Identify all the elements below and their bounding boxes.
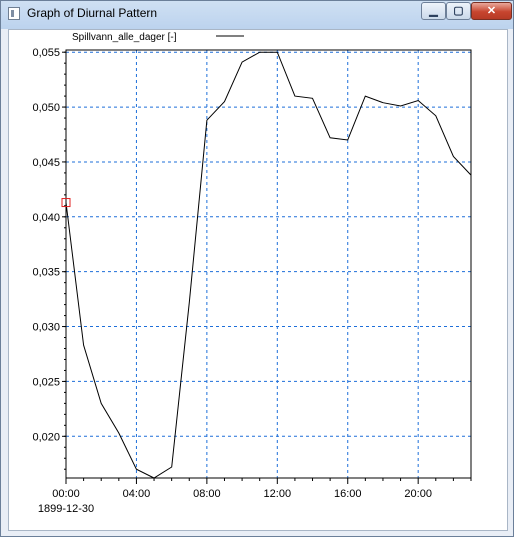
x-axis-date-label: 1899-12-30 — [38, 503, 94, 515]
data-point — [188, 301, 190, 303]
window-title: Graph of Diurnal Pattern — [27, 6, 158, 20]
data-point — [118, 432, 120, 434]
x-tick-label: 16:00 — [334, 488, 362, 500]
legend: Spillvann_alle_dager [-] — [72, 32, 244, 43]
x-tick-label: 20:00 — [404, 488, 432, 500]
maximize-button[interactable]: ▢ — [446, 2, 471, 20]
y-axis: 0,020 0,025 0,030 0,035 0,040 0,045 0,050 0,055 — [32, 47, 66, 470]
x-axis: 00:00 04:00 08:00 12:00 16:00 20:00 — [52, 478, 472, 500]
data-point — [100, 402, 102, 404]
x-tick-label: 00:00 — [52, 488, 80, 500]
maximize-icon: ▢ — [453, 5, 464, 17]
data-point — [65, 202, 67, 204]
app-icon[interactable] — [8, 7, 20, 20]
legend-label: Spillvann_alle_dager [-] — [72, 32, 177, 43]
data-point — [312, 97, 314, 99]
data-point — [417, 99, 419, 101]
y-tick-label: 0,020 — [32, 431, 60, 443]
series-line — [65, 51, 472, 479]
data-point — [135, 468, 137, 470]
data-point — [452, 155, 454, 157]
series-layer — [61, 51, 472, 479]
close-button[interactable]: ✕ — [471, 2, 512, 20]
data-point — [171, 466, 173, 468]
title-bar[interactable]: Graph of Diurnal Pattern ▁ ▢ ✕ — [1, 1, 513, 27]
y-tick-label: 0,050 — [32, 102, 60, 114]
data-point — [347, 139, 349, 141]
y-tick-label: 0,045 — [32, 157, 60, 169]
line-chart: Spillvann_alle_dager [-] 0,020 0,025 0,030… — [32, 32, 472, 515]
chart-area: Spillvann_alle_dager [-] 0,020 0,025 0,030… — [8, 29, 508, 531]
data-point — [83, 344, 85, 346]
data-point — [470, 174, 472, 176]
x-tick-label: 12:00 — [264, 488, 292, 500]
grid — [66, 50, 471, 478]
data-point — [400, 105, 402, 107]
data-point — [223, 101, 225, 103]
data-point — [329, 137, 331, 139]
data-point — [276, 51, 278, 53]
close-icon: ✕ — [486, 5, 497, 17]
y-tick-label: 0,055 — [32, 47, 60, 59]
minimize-icon: ▁ — [429, 5, 438, 17]
data-point — [364, 95, 366, 97]
minimize-button[interactable]: ▁ — [421, 2, 446, 20]
x-tick-label: 08:00 — [193, 488, 221, 500]
data-point — [153, 477, 155, 479]
data-point — [259, 51, 261, 53]
chart-window: Graph of Diurnal Pattern ▁ ▢ ✕ Spillvann… — [0, 0, 514, 537]
data-point — [382, 102, 384, 104]
y-tick-label: 0,025 — [32, 376, 60, 388]
data-point — [241, 61, 243, 63]
x-tick-label: 04:00 — [123, 488, 151, 500]
y-tick-label: 0,035 — [32, 267, 60, 279]
data-point — [206, 119, 208, 121]
y-tick-label: 0,040 — [32, 212, 60, 224]
plot-frame — [65, 49, 472, 479]
data-point — [435, 115, 437, 117]
y-tick-label: 0,030 — [32, 322, 60, 334]
data-point — [294, 95, 296, 97]
